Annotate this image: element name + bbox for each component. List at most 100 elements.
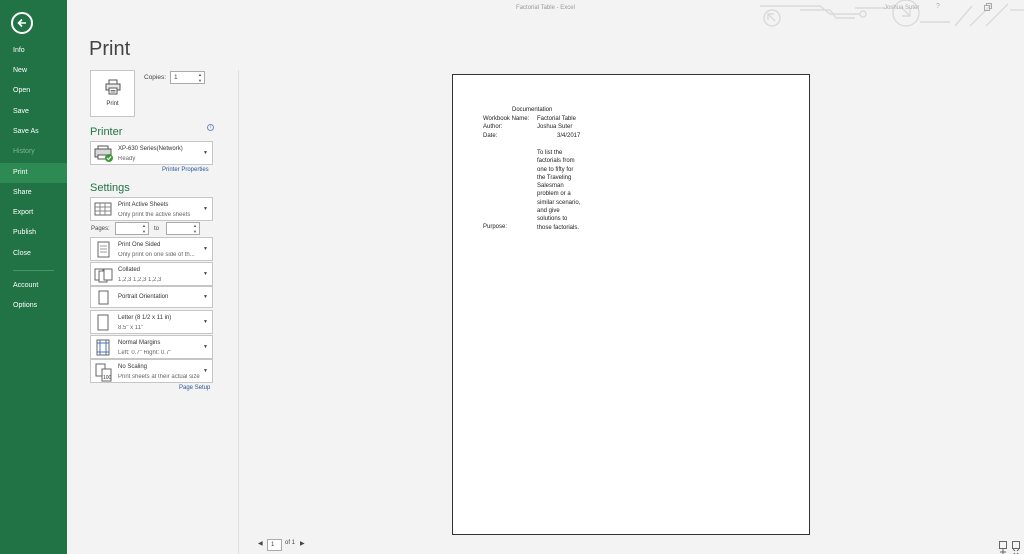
orientation-title: Portrait Orientation: [118, 294, 169, 300]
sides-sub: Only print on one side of th...: [118, 252, 195, 258]
chevron-down-icon: ▼: [203, 294, 208, 300]
purpose-line: factorials from: [537, 158, 575, 165]
collation-select[interactable]: Collated 1,2,3 1,2,3 1,2,3 ▼: [90, 262, 213, 286]
print-what-title: Print Active Sheets: [118, 202, 169, 208]
back-button[interactable]: [11, 12, 33, 34]
spin-down-icon[interactable]: ▼: [198, 78, 202, 83]
margins-icon: [96, 339, 110, 356]
scaling-select[interactable]: 100 No Scaling Print sheets at their act…: [90, 359, 213, 383]
print-preview-page: Documentation Workbook Name: Factorial T…: [452, 74, 810, 535]
nav-options[interactable]: Options: [0, 296, 67, 316]
user-name[interactable]: Joshua Suter: [884, 5, 919, 11]
spin-down-icon[interactable]: ▼: [142, 229, 146, 234]
purpose-line: and give: [537, 208, 560, 215]
paper-title: Letter (8 1/2 x 11 in): [118, 315, 172, 321]
prev-page-icon[interactable]: ◀: [258, 540, 263, 547]
nav-print[interactable]: Print: [0, 163, 67, 183]
nav-share[interactable]: Share: [0, 183, 67, 203]
scaling-title: No Scaling: [118, 364, 148, 370]
scaling-sub: Print sheets at their actual size: [118, 374, 200, 380]
collation-title: Collated: [118, 267, 141, 273]
printer-icon: [105, 79, 121, 95]
help-button[interactable]: ?: [936, 3, 940, 10]
copies-value: 1: [174, 74, 178, 81]
nav-account[interactable]: Account: [0, 276, 67, 296]
panel-divider: [238, 70, 239, 554]
nav-info[interactable]: Info: [0, 41, 67, 61]
doc-purpose-text: To list the factorials from one to fifty…: [537, 149, 580, 232]
chevron-down-icon: ▼: [203, 319, 208, 325]
nav-divider: [13, 270, 54, 271]
doc-value: Joshua Suter: [537, 124, 573, 130]
purpose-line: solutions to: [537, 216, 568, 223]
orientation-select[interactable]: Portrait Orientation ▼: [90, 286, 213, 308]
doc-label: Date:: [483, 133, 498, 139]
copies-input[interactable]: 1 ▲ ▼: [170, 71, 205, 84]
nav-publish[interactable]: Publish: [0, 223, 67, 243]
chevron-down-icon: ▼: [203, 150, 208, 156]
paper-size-select[interactable]: Letter (8 1/2 x 11 in) 8.5" x 11" ▼: [90, 310, 213, 334]
purpose-line: similar scenario,: [537, 199, 581, 206]
sides-select[interactable]: Print One Sided Only print on one side o…: [90, 237, 213, 261]
pages-to-input[interactable]: ▲ ▼: [166, 222, 200, 235]
doc-value: 3/4/2017: [557, 133, 581, 139]
spin-up-icon[interactable]: ▲: [198, 72, 202, 77]
page-count: of 1: [285, 540, 296, 546]
info-icon[interactable]: i: [207, 124, 214, 131]
chevron-down-icon: ▼: [203, 271, 208, 277]
nav-close[interactable]: Close: [0, 244, 67, 264]
print-button-label: Print: [106, 101, 119, 107]
show-margins-icon[interactable]: [999, 541, 1007, 554]
spin-up-icon[interactable]: ▲: [193, 223, 197, 228]
next-page-icon[interactable]: ▶: [300, 540, 305, 547]
margins-sub: Left: 0.7" Right: 0.7": [118, 350, 172, 356]
page-number-input[interactable]: 1: [267, 539, 282, 551]
purpose-line: one to fifty for: [537, 166, 574, 173]
spin-up-icon[interactable]: ▲: [142, 223, 146, 228]
nav-save[interactable]: Save: [0, 102, 67, 122]
collation-sub: 1,2,3 1,2,3 1,2,3: [118, 277, 162, 283]
to-label: to: [154, 226, 160, 232]
doc-value: Factorial Table: [537, 116, 576, 122]
printer-properties-link[interactable]: Printer Properties: [162, 167, 209, 173]
purpose-line: those factorials.: [537, 224, 580, 231]
nav-open[interactable]: Open: [0, 81, 67, 101]
doc-label: Workbook Name:: [483, 116, 530, 122]
printer-select[interactable]: XP-630 Series(Network) Ready ▼: [90, 141, 213, 165]
one-sided-icon: [97, 241, 110, 258]
pages-from-input[interactable]: ▲ ▼: [115, 222, 149, 235]
print-what-select[interactable]: Print Active Sheets Only print the activ…: [90, 197, 213, 221]
printer-heading: Printer: [90, 126, 123, 138]
page-number-value: 1: [271, 542, 275, 548]
page-setup-link[interactable]: Page Setup: [179, 385, 210, 391]
printer-device-icon: [94, 145, 113, 162]
spin-down-icon[interactable]: ▼: [193, 229, 197, 234]
chevron-down-icon: ▼: [203, 368, 208, 374]
margins-select[interactable]: Normal Margins Left: 0.7" Right: 0.7" ▼: [90, 335, 213, 359]
printer-status: Ready: [118, 156, 136, 162]
chevron-down-icon: ▼: [203, 344, 208, 350]
nav-history: History: [13, 148, 35, 155]
sides-title: Print One Sided: [118, 242, 161, 248]
purpose-line: To list the: [537, 150, 563, 156]
nav-new[interactable]: New: [0, 61, 67, 81]
printer-name: XP-630 Series(Network): [118, 146, 183, 152]
doc-heading: Documentation: [512, 107, 553, 113]
print-button[interactable]: Print: [90, 70, 135, 117]
print-what-sub: Only print the active sheets: [118, 212, 191, 218]
zoom-to-page-icon[interactable]: [1012, 541, 1020, 554]
paper-sub: 8.5" x 11": [118, 325, 144, 331]
scaling-icon: 100: [95, 363, 112, 382]
nav-save-as[interactable]: Save As: [0, 122, 67, 142]
settings-heading: Settings: [90, 182, 130, 194]
purpose-line: Salesman: [537, 183, 564, 190]
doc-label: Purpose:: [483, 224, 508, 230]
portrait-icon: [98, 290, 109, 305]
restore-icon[interactable]: [984, 3, 992, 13]
paper-size-icon: [97, 314, 109, 331]
copies-label: Copies:: [144, 74, 167, 81]
nav-export[interactable]: Export: [0, 203, 67, 223]
collated-icon: [94, 268, 113, 283]
purpose-line: problem or a: [537, 191, 571, 198]
chevron-down-icon: ▼: [203, 206, 208, 212]
